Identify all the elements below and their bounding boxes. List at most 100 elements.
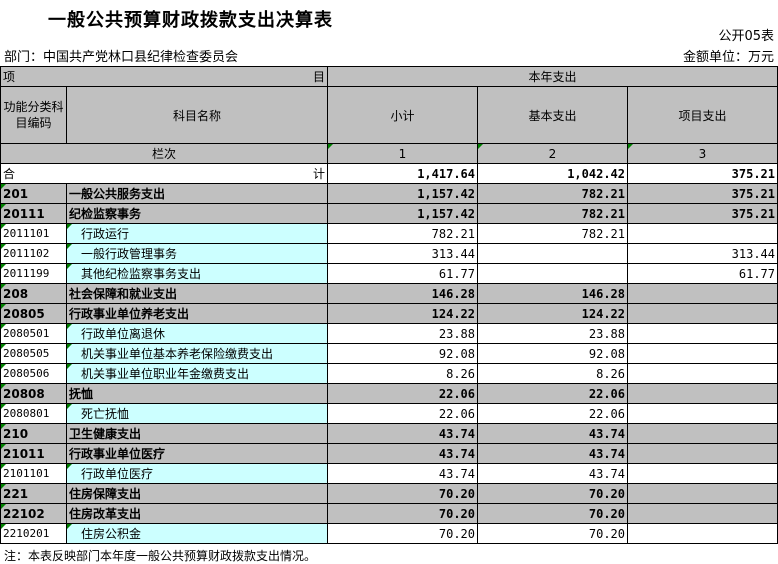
table-row: 2011101 行政运行 782.21 782.21 — [0, 223, 778, 244]
row-subtotal: 43.74 — [327, 423, 478, 444]
total-basic: 1,042.42 — [477, 163, 628, 184]
table-row: 21011 行政事业单位医疗 43.74 43.74 — [0, 443, 778, 464]
total-project: 375.21 — [627, 163, 778, 184]
row-basic: 43.74 — [477, 443, 628, 464]
table-number: 公开05表 — [718, 29, 774, 44]
total-label-cell: 合计 — [0, 163, 328, 184]
row-project: 313.44 — [627, 243, 778, 264]
table-row: 208 社会保障和就业支出 146.28 146.28 — [0, 283, 778, 304]
column-label: 栏次 — [0, 143, 328, 164]
row-code: 2101101 — [0, 463, 67, 484]
row-subtotal: 61.77 — [327, 263, 478, 284]
table-row: 20805 行政事业单位养老支出 124.22 124.22 — [0, 303, 778, 324]
footnote: 注：本表反映部门本年度一般公共预算财政拨款支出情况。 — [4, 549, 317, 563]
row-code: 2080506 — [0, 363, 67, 384]
row-subject-name: 一般行政管理事务 — [66, 243, 328, 264]
row-project — [627, 283, 778, 304]
row-subject-name: 卫生健康支出 — [66, 423, 328, 444]
row-subject-name: 住房公积金 — [66, 523, 328, 544]
row-subject-name: 社会保障和就业支出 — [66, 283, 328, 304]
table-row: 2080501 行政单位离退休 23.88 23.88 — [0, 323, 778, 344]
table-row: 20808 抚恤 22.06 22.06 — [0, 383, 778, 404]
header-basic: 基本支出 — [477, 86, 628, 144]
row-code: 210 — [0, 423, 67, 444]
row-subtotal: 70.20 — [327, 523, 478, 544]
row-code: 208 — [0, 283, 67, 304]
row-basic: 23.88 — [477, 323, 628, 344]
row-basic: 43.74 — [477, 463, 628, 484]
row-basic — [477, 243, 628, 264]
row-subject-name: 行政事业单位医疗 — [66, 443, 328, 464]
column-index-1: 1 — [327, 143, 478, 164]
row-subtotal: 313.44 — [327, 243, 478, 264]
row-code: 201 — [0, 183, 67, 204]
table-row: 2080505 机关事业单位基本养老保险缴费支出 92.08 92.08 — [0, 343, 778, 364]
row-subtotal: 146.28 — [327, 283, 478, 304]
row-project — [627, 303, 778, 324]
header-row-2: 功能分类科目编码 科目名称 小计 基本支出 项目支出 — [0, 86, 778, 144]
row-subject-name: 机关事业单位职业年金缴费支出 — [66, 363, 328, 384]
row-basic: 146.28 — [477, 283, 628, 304]
row-subject-name: 机关事业单位基本养老保险缴费支出 — [66, 343, 328, 364]
row-subtotal: 23.88 — [327, 323, 478, 344]
row-code: 21011 — [0, 443, 67, 464]
row-code: 2011199 — [0, 263, 67, 284]
total-right: 计 — [312, 167, 325, 181]
row-subtotal: 22.06 — [327, 383, 478, 404]
row-code: 20808 — [0, 383, 67, 404]
row-project — [627, 343, 778, 364]
table-row: 2011199 其他纪检监察事务支出 61.77 61.77 — [0, 263, 778, 284]
row-project — [627, 383, 778, 404]
row-basic — [477, 263, 628, 284]
row-basic: 782.21 — [477, 223, 628, 244]
row-subject-name: 行政事业单位养老支出 — [66, 303, 328, 324]
header-func-code: 功能分类科目编码 — [0, 86, 67, 144]
row-subtotal: 124.22 — [327, 303, 478, 324]
total-left: 合 — [3, 167, 16, 181]
row-project: 61.77 — [627, 263, 778, 284]
total-subtotal: 1,417.64 — [327, 163, 478, 184]
row-subject-name: 行政运行 — [66, 223, 328, 244]
table-row: 2080506 机关事业单位职业年金缴费支出 8.26 8.26 — [0, 363, 778, 384]
header-item-right: 目 — [312, 70, 325, 84]
row-code: 221 — [0, 483, 67, 504]
row-project — [627, 403, 778, 424]
total-row: 合计 1,417.64 1,042.42 375.21 — [0, 163, 778, 184]
row-code: 2080505 — [0, 343, 67, 364]
row-code: 2011101 — [0, 223, 67, 244]
report-title: 一般公共预算财政拨款支出决算表 — [48, 10, 333, 31]
row-basic: 70.20 — [477, 483, 628, 504]
row-subtotal: 22.06 — [327, 403, 478, 424]
department-label: 部门：中国共产党林口县纪律检查委员会 — [4, 50, 239, 65]
row-subject-name: 纪检监察事务 — [66, 203, 328, 224]
column-index-3: 3 — [627, 143, 778, 164]
row-project — [627, 443, 778, 464]
row-basic: 22.06 — [477, 403, 628, 424]
table-row: 2101101 行政单位医疗 43.74 43.74 — [0, 463, 778, 484]
table-row: 22102 住房改革支出 70.20 70.20 — [0, 503, 778, 524]
row-subtotal: 1,157.42 — [327, 183, 478, 204]
row-basic: 782.21 — [477, 203, 628, 224]
row-subtotal: 1,157.42 — [327, 203, 478, 224]
row-basic: 8.26 — [477, 363, 628, 384]
table-row: 2210201 住房公积金 70.20 70.20 — [0, 523, 778, 544]
row-code: 2011102 — [0, 243, 67, 264]
row-subtotal: 782.21 — [327, 223, 478, 244]
row-project — [627, 483, 778, 504]
row-subject-name: 一般公共服务支出 — [66, 183, 328, 204]
table-row: 20111 纪检监察事务 1,157.42 782.21 375.21 — [0, 203, 778, 224]
row-code: 2080501 — [0, 323, 67, 344]
header-row-1: 项目 本年支出 — [0, 66, 778, 87]
row-code: 2210201 — [0, 523, 67, 544]
row-basic: 22.06 — [477, 383, 628, 404]
row-subject-name: 行政单位医疗 — [66, 463, 328, 484]
row-subtotal: 70.20 — [327, 503, 478, 524]
header-subtotal: 小计 — [327, 86, 478, 144]
row-basic: 124.22 — [477, 303, 628, 324]
row-subject-name: 住房保障支出 — [66, 483, 328, 504]
row-subject-name: 抚恤 — [66, 383, 328, 404]
row-project — [627, 423, 778, 444]
header-item-cell: 项目 — [0, 66, 328, 87]
header-subject-name: 科目名称 — [66, 86, 328, 144]
row-basic: 92.08 — [477, 343, 628, 364]
